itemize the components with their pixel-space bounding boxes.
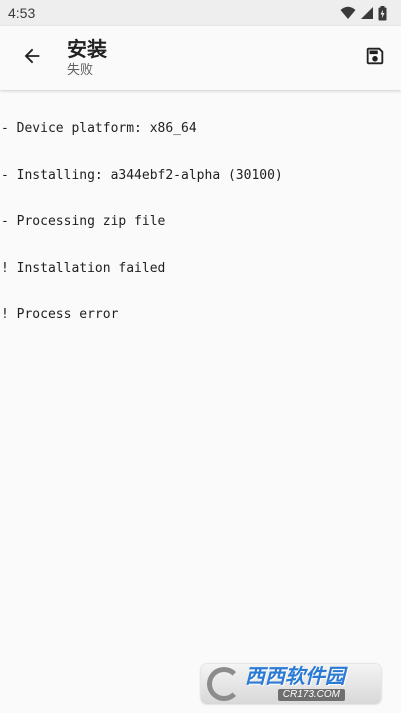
log-line: - Installing: a344ebf2-alpha (30100) [1,167,283,183]
battery-charging-icon [378,5,387,21]
status-icons [340,5,387,21]
status-bar: 4:53 [0,0,401,26]
watermark-domain: CR173.COM [277,689,345,701]
page-title: 安装 [67,39,107,61]
status-time: 4:53 [8,5,36,21]
cellular-signal-icon [360,6,374,20]
log-output: - Device platform: x86_64 - Installing: … [1,90,399,338]
arrow-back-icon [21,45,43,71]
watermark-name: 西西软件园 [245,666,345,688]
save-icon [364,45,386,71]
log-line: ! Installation failed [1,260,166,276]
watermark-logo: 西西软件园 CR173.COM [201,664,381,704]
back-button[interactable] [4,30,60,86]
page-subtitle: 失败 [67,62,94,77]
app-bar: 安装 失败 [0,26,401,90]
log-line: ! Process error [1,307,119,322]
log-line: - Processing zip file [1,214,166,229]
save-button[interactable] [361,40,389,76]
title-block: 安装 失败 [67,38,107,78]
watermark-mark-icon [207,667,241,701]
watermark-text: 西西软件园 CR173.COM [245,667,345,701]
wifi-icon [340,6,356,20]
log-line: - Device platform: x86_64 [1,121,197,136]
